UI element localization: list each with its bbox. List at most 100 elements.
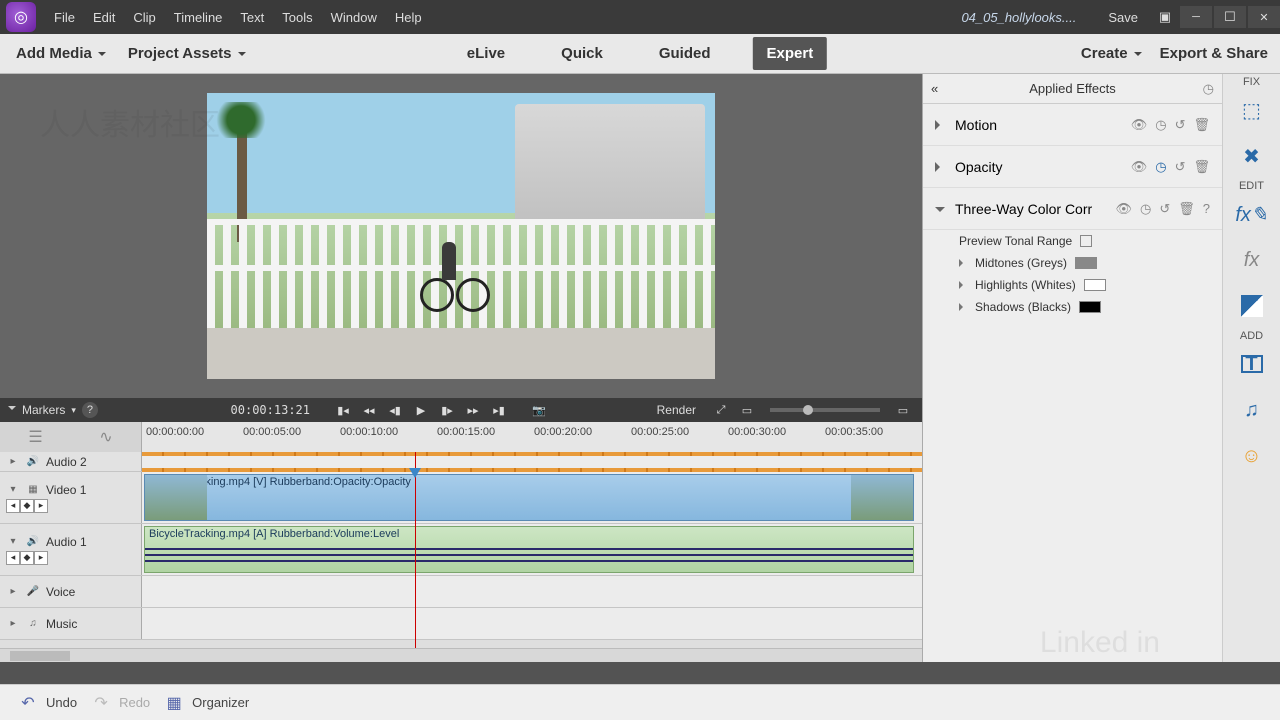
adjust-tool[interactable]: ⬚ (1229, 92, 1275, 128)
timecode[interactable]: 00:00:13:21 (231, 403, 310, 417)
help-icon[interactable]: ? (1203, 201, 1210, 217)
checkbox[interactable] (1080, 235, 1092, 247)
maximize-button[interactable]: ☐ (1214, 6, 1246, 28)
time-ruler[interactable]: 00:00:00:00 00:00:05:00 00:00:10:00 00:0… (142, 422, 922, 452)
organizer-button[interactable]: ▦Organizer (164, 693, 249, 713)
track-body[interactable]: BicycleTracking.mp4 [V] Rubberband:Opaci… (142, 472, 922, 523)
redo-button[interactable]: ↷Redo (91, 693, 150, 713)
mic-icon[interactable]: 🎤 (26, 585, 40, 599)
effect-opacity[interactable]: Opacity 👁 ◷ ↺ 🗑 (923, 146, 1222, 188)
save-button[interactable]: Save (1094, 10, 1152, 25)
render-button[interactable]: Render (657, 403, 696, 417)
create-button[interactable]: Create (1081, 45, 1142, 62)
timeline-tool-a-icon[interactable]: ☰ (28, 427, 42, 447)
expand-icon[interactable]: ▸ (6, 455, 20, 469)
speaker-icon[interactable]: 🔊 (26, 535, 40, 549)
param-shadows[interactable]: Shadows (Blacks) (923, 296, 1222, 318)
keyframe-nav[interactable]: ◂◆▸ (6, 551, 135, 565)
timeline-tool-b-icon[interactable]: ∿ (99, 427, 112, 447)
safe-margin-icon[interactable]: ▭ (736, 401, 758, 419)
effect-motion[interactable]: Motion 👁 ◷ ↺ 🗑 (923, 104, 1222, 146)
playhead[interactable] (415, 452, 416, 648)
reset-icon[interactable]: ↺ (1175, 117, 1186, 133)
preview-tonal-range[interactable]: Preview Tonal Range (923, 230, 1222, 252)
markers-dropdown[interactable]: Markers (22, 403, 65, 417)
music-tool[interactable]: ♫ (1229, 392, 1275, 428)
video-clip[interactable]: BicycleTracking.mp4 [V] Rubberband:Opaci… (144, 474, 914, 521)
tab-expert[interactable]: Expert (753, 37, 828, 70)
export-share-button[interactable]: Export & Share (1160, 45, 1268, 62)
eye-icon[interactable]: 👁 (1131, 117, 1148, 133)
titles-tool[interactable]: T (1229, 346, 1275, 382)
step-back-button[interactable]: ◂▮ (384, 401, 406, 419)
expand-icon[interactable]: ▸ (6, 585, 20, 599)
stopwatch-icon[interactable]: ◷ (1155, 159, 1166, 175)
audio-clip[interactable]: BicycleTracking.mp4 [A] Rubberband:Volum… (144, 526, 914, 573)
eye-icon[interactable]: 👁 (1131, 159, 1148, 175)
help-icon[interactable]: ? (82, 402, 98, 418)
transitions-tool[interactable] (1229, 288, 1275, 324)
keyframe-nav[interactable]: ◂◆▸ (6, 499, 135, 513)
add-media-button[interactable]: Add Media (8, 39, 114, 68)
param-label: Highlights (Whites) (975, 278, 1076, 292)
play-button[interactable]: ▶ (410, 401, 432, 419)
stopwatch-icon[interactable]: ◷ (1155, 117, 1166, 133)
color-swatch[interactable] (1079, 301, 1101, 313)
menu-tools[interactable]: Tools (274, 6, 320, 29)
menu-help[interactable]: Help (387, 6, 430, 29)
tab-guided[interactable]: Guided (645, 37, 725, 70)
markers-chevron-icon[interactable] (8, 406, 16, 414)
speaker-icon[interactable]: 🔊 (26, 455, 40, 469)
step-fwd-button[interactable]: ▮▸ (436, 401, 458, 419)
project-assets-button[interactable]: Project Assets (120, 39, 254, 68)
collapse-icon[interactable]: ▾ (6, 535, 20, 549)
color-swatch[interactable] (1084, 279, 1106, 291)
zoom-slider[interactable] (770, 408, 880, 412)
menu-file[interactable]: File (46, 6, 83, 29)
menu-timeline[interactable]: Timeline (166, 6, 231, 29)
expand-icon[interactable]: ▸ (6, 617, 20, 631)
effect-three-way-color[interactable]: Three-Way Color Corr 👁 ◷ ↺ 🗑 ? (923, 188, 1222, 230)
fullscreen-icon[interactable]: ▣ (1152, 9, 1178, 25)
menu-window[interactable]: Window (323, 6, 385, 29)
undo-button[interactable]: ↶Undo (18, 693, 77, 713)
track-label: Music (46, 617, 77, 631)
color-swatch[interactable] (1075, 257, 1097, 269)
menu-edit[interactable]: Edit (85, 6, 123, 29)
fx-tool[interactable]: fx (1229, 242, 1275, 278)
collapse-icon[interactable]: ▾ (6, 483, 20, 497)
film-icon[interactable]: ▦ (26, 483, 40, 497)
tab-elive[interactable]: eLive (453, 37, 519, 70)
tools-tool[interactable]: ✖ (1229, 138, 1275, 174)
note-icon[interactable]: ♫ (26, 617, 40, 631)
param-midtones[interactable]: Midtones (Greys) (923, 252, 1222, 274)
tab-quick[interactable]: Quick (547, 37, 617, 70)
chevron-right-icon (959, 259, 967, 267)
menu-text[interactable]: Text (232, 6, 272, 29)
snapshot-button[interactable]: 📷 (528, 401, 550, 419)
reset-icon[interactable]: ↺ (1159, 201, 1170, 217)
stopwatch-icon[interactable]: ◷ (1140, 201, 1151, 217)
zoom-full-icon[interactable]: ▭ (892, 401, 914, 419)
next-edit-button[interactable]: ▸▸ (462, 401, 484, 419)
prev-edit-button[interactable]: ◂◂ (358, 401, 380, 419)
go-end-button[interactable]: ▸▮ (488, 401, 510, 419)
zoom-fit-icon[interactable]: ⤢ (710, 401, 732, 419)
reset-icon[interactable]: ↺ (1175, 159, 1186, 175)
timeline-scrollbar[interactable] (0, 648, 922, 662)
eye-icon[interactable]: 👁 (1115, 201, 1132, 217)
panel-options-icon[interactable]: ◷ (1203, 81, 1214, 97)
effects-tool[interactable]: fx✎ (1229, 196, 1275, 232)
go-start-button[interactable]: ▮◂ (332, 401, 354, 419)
preview-monitor[interactable] (0, 74, 922, 398)
menu-clip[interactable]: Clip (125, 6, 163, 29)
panel-collapse-icon[interactable]: « (931, 81, 938, 96)
graphics-tool[interactable]: ☺ (1229, 438, 1275, 474)
close-button[interactable]: ✕ (1248, 6, 1280, 28)
minimize-button[interactable]: ─ (1180, 6, 1212, 28)
trash-icon[interactable]: 🗑 (1193, 117, 1210, 133)
trash-icon[interactable]: 🗑 (1193, 159, 1210, 175)
trash-icon[interactable]: 🗑 (1178, 201, 1195, 217)
param-highlights[interactable]: Highlights (Whites) (923, 274, 1222, 296)
track-body[interactable]: BicycleTracking.mp4 [A] Rubberband:Volum… (142, 524, 922, 575)
